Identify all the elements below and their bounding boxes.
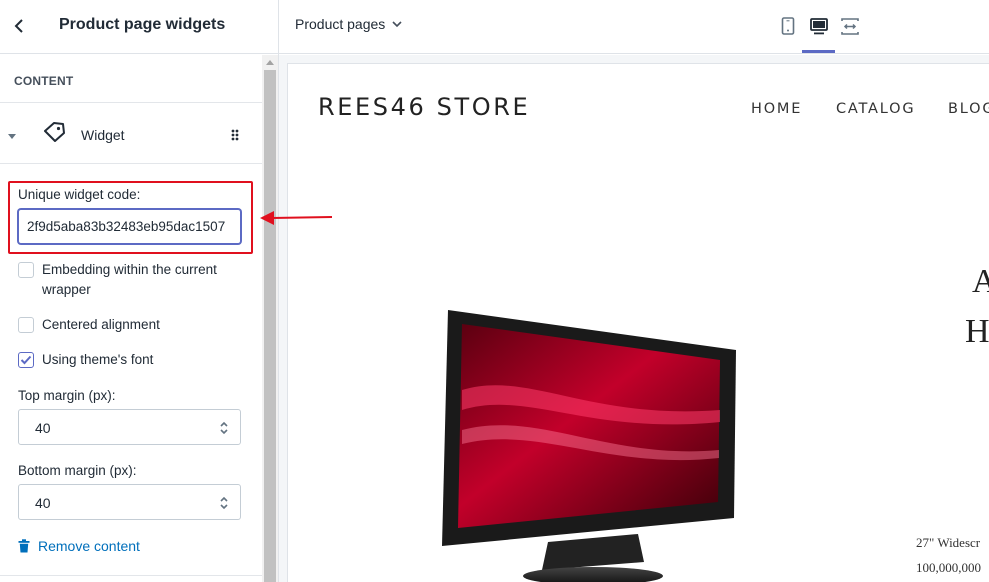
content-section-header: CONTENT [0, 55, 262, 103]
nav-blog[interactable]: BLOG [948, 101, 989, 117]
desktop-view-button[interactable] [808, 15, 830, 37]
tag-icon [42, 121, 66, 148]
scroll-thumb[interactable] [264, 70, 276, 582]
product-price: 100,000,000 [916, 560, 981, 575]
nav-catalog[interactable]: CATALOG [836, 101, 915, 117]
widget-row[interactable]: Widget [0, 104, 262, 164]
mobile-view-icon [781, 17, 795, 35]
divider [0, 575, 262, 576]
top-margin-label: Top margin (px): [18, 388, 116, 403]
bottom-margin-label: Bottom margin (px): [18, 463, 137, 478]
embedding-checkbox[interactable] [18, 262, 34, 278]
page-type-label: Product pages [295, 16, 386, 32]
centered-checkbox[interactable] [18, 317, 34, 333]
check-icon [20, 355, 32, 365]
drag-handle-icon [231, 129, 239, 141]
widget-code-label: Unique widget code: [18, 187, 141, 202]
centered-label: Centered alignment [42, 317, 160, 332]
product-monitor-image[interactable] [438, 310, 748, 582]
trash-icon [18, 539, 30, 553]
panel-title: Product page widgets [59, 16, 226, 33]
bottom-margin-select[interactable]: 40 [18, 484, 241, 520]
section-label: CONTENT [14, 74, 74, 88]
embedding-label-line1: Embedding within the current [42, 262, 217, 277]
widget-label: Widget [81, 127, 125, 143]
select-arrows-icon [220, 421, 228, 435]
fullscreen-view-icon [841, 17, 859, 35]
top-margin-value: 40 [35, 420, 51, 436]
page-type-select[interactable]: Product pages [295, 16, 402, 32]
theme-font-checkbox[interactable] [18, 352, 34, 368]
mobile-view-button[interactable] [777, 15, 799, 37]
top-margin-select[interactable]: 40 [18, 409, 241, 445]
scroll-up-arrow[interactable] [266, 60, 274, 65]
widget-code-input[interactable] [18, 209, 241, 244]
theme-font-label: Using theme's font [42, 352, 154, 367]
product-title-line-2: H [965, 313, 989, 350]
store-preview: REES46 STORE HOME CATALOG BLOG A H 27" W… [287, 63, 989, 582]
chevron-down-icon [392, 20, 402, 27]
back-button[interactable] [6, 13, 32, 39]
back-arrow-icon [14, 19, 23, 33]
remove-content-label: Remove content [38, 538, 140, 554]
active-view-indicator [802, 50, 835, 53]
panel-header: Product page widgets [0, 0, 278, 54]
collapse-toggle[interactable] [7, 128, 21, 142]
product-title-line-1: A [972, 263, 989, 301]
embedding-label: Embedding within the current wrapper [42, 260, 217, 300]
drag-handle[interactable] [229, 127, 241, 143]
store-logo-text[interactable]: REES46 STORE [318, 93, 530, 121]
desktop-view-icon [810, 17, 828, 34]
select-arrows-icon [220, 496, 228, 510]
product-description: 27" Widescr [916, 535, 981, 550]
remove-content-button[interactable]: Remove content [18, 537, 140, 555]
bottom-margin-value: 40 [35, 495, 51, 511]
caret-down-icon [8, 134, 16, 139]
editor-panel: Product page widgets CONTENT Widget Uniq… [0, 0, 279, 582]
fullscreen-view-button[interactable] [839, 15, 861, 37]
panel-scrollbar[interactable] [262, 55, 278, 582]
preview-toolbar: Product pages [279, 0, 989, 54]
nav-home[interactable]: HOME [751, 101, 802, 117]
embedding-label-line2: wrapper [42, 282, 91, 297]
arrow-icon [260, 211, 333, 225]
